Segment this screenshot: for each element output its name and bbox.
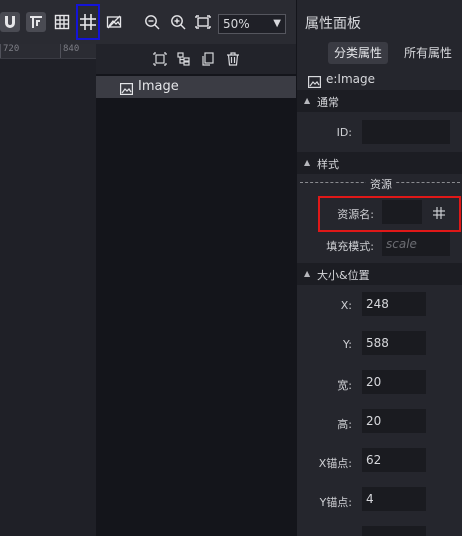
- fill-mode-label: 填充模式:: [326, 240, 374, 253]
- anchor-y-input[interactable]: 4: [362, 487, 426, 511]
- next-field-input[interactable]: [362, 526, 426, 536]
- horizontal-ruler: 720 840: [0, 44, 96, 59]
- tab-all-properties[interactable]: 所有属性: [398, 42, 458, 64]
- collapse-triangle-icon: ▲: [304, 269, 311, 278]
- height-input[interactable]: 20: [362, 409, 426, 433]
- hierarchy-icon: [177, 52, 191, 66]
- zoom-out-button[interactable]: [142, 12, 162, 32]
- id-input[interactable]: [362, 120, 450, 144]
- anchor-x-input[interactable]: 62: [362, 448, 426, 472]
- image-toggle-icon: [106, 14, 122, 30]
- magnet-icon: [2, 14, 18, 30]
- y-input[interactable]: 588: [362, 331, 426, 355]
- grid-icon: [54, 14, 70, 30]
- zoom-select[interactable]: 50% ▼: [218, 14, 286, 34]
- outline-delete-button[interactable]: [223, 49, 243, 69]
- zoom-in-icon: [170, 14, 186, 30]
- ruler-tick-label: 720: [3, 44, 20, 54]
- section-title: 样式: [317, 158, 339, 171]
- collapse-triangle-icon: ▲: [304, 158, 311, 167]
- id-label: ID:: [336, 126, 352, 139]
- panel-title: 属性面板: [305, 16, 361, 32]
- canvas-area[interactable]: [0, 0, 96, 536]
- x-input[interactable]: 248: [362, 292, 426, 316]
- guide-lines-button[interactable]: [26, 12, 46, 32]
- guide-icon: [28, 14, 44, 30]
- collapse-triangle-icon: ▲: [304, 96, 311, 105]
- outline-toolbar: [96, 44, 296, 74]
- fill-mode-input[interactable]: scale: [382, 232, 450, 256]
- ruler-tick-mark: [60, 44, 61, 58]
- outline-hierarchy-button[interactable]: [174, 49, 194, 69]
- fit-to-screen-button[interactable]: [193, 12, 213, 32]
- section-header-style[interactable]: ▲ 样式: [297, 152, 462, 174]
- outline-frame-button[interactable]: [150, 49, 170, 69]
- copy-icon: [201, 52, 215, 66]
- ruler-tick-label: 840: [63, 44, 80, 54]
- anchor-y-label: Y锚点:: [319, 496, 352, 509]
- x-label: X:: [340, 299, 352, 312]
- section-header-size-position[interactable]: ▲ 大小&位置: [297, 263, 462, 285]
- resource-group-title: 资源: [366, 176, 396, 192]
- chevron-down-icon: ▼: [273, 18, 281, 29]
- image-icon: [120, 80, 134, 99]
- grid-button[interactable]: [52, 12, 72, 32]
- outline-item-label: Image: [138, 79, 179, 94]
- anchor-x-label: X锚点:: [318, 457, 352, 470]
- element-type-label: e:Image: [326, 72, 376, 86]
- magnet-snap-button[interactable]: [0, 12, 20, 32]
- zoom-out-icon: [144, 14, 160, 30]
- section-title: 大小&位置: [317, 269, 370, 282]
- outline-panel: [96, 44, 296, 536]
- selection-highlight-red: [318, 196, 461, 232]
- outline-item-image[interactable]: [96, 76, 296, 98]
- preview-image-button[interactable]: [104, 12, 124, 32]
- zoom-value: 50%: [223, 17, 250, 31]
- tab-category-properties[interactable]: 分类属性: [328, 42, 389, 64]
- fit-screen-icon: [195, 14, 211, 30]
- width-input[interactable]: 20: [362, 370, 426, 394]
- trash-icon: [226, 52, 240, 66]
- ruler-tick-mark: [0, 44, 1, 58]
- section-title: 通常: [317, 96, 339, 109]
- outline-duplicate-button[interactable]: [198, 49, 218, 69]
- y-label: Y:: [343, 338, 352, 351]
- frame-icon: [153, 52, 167, 66]
- editor-toolbar: 50% ▼: [0, 0, 296, 44]
- selection-highlight-blue: [76, 4, 100, 40]
- zoom-in-button[interactable]: [168, 12, 188, 32]
- section-header-general[interactable]: ▲ 通常: [297, 90, 462, 112]
- height-label: 高:: [337, 418, 352, 431]
- width-label: 宽:: [337, 379, 352, 392]
